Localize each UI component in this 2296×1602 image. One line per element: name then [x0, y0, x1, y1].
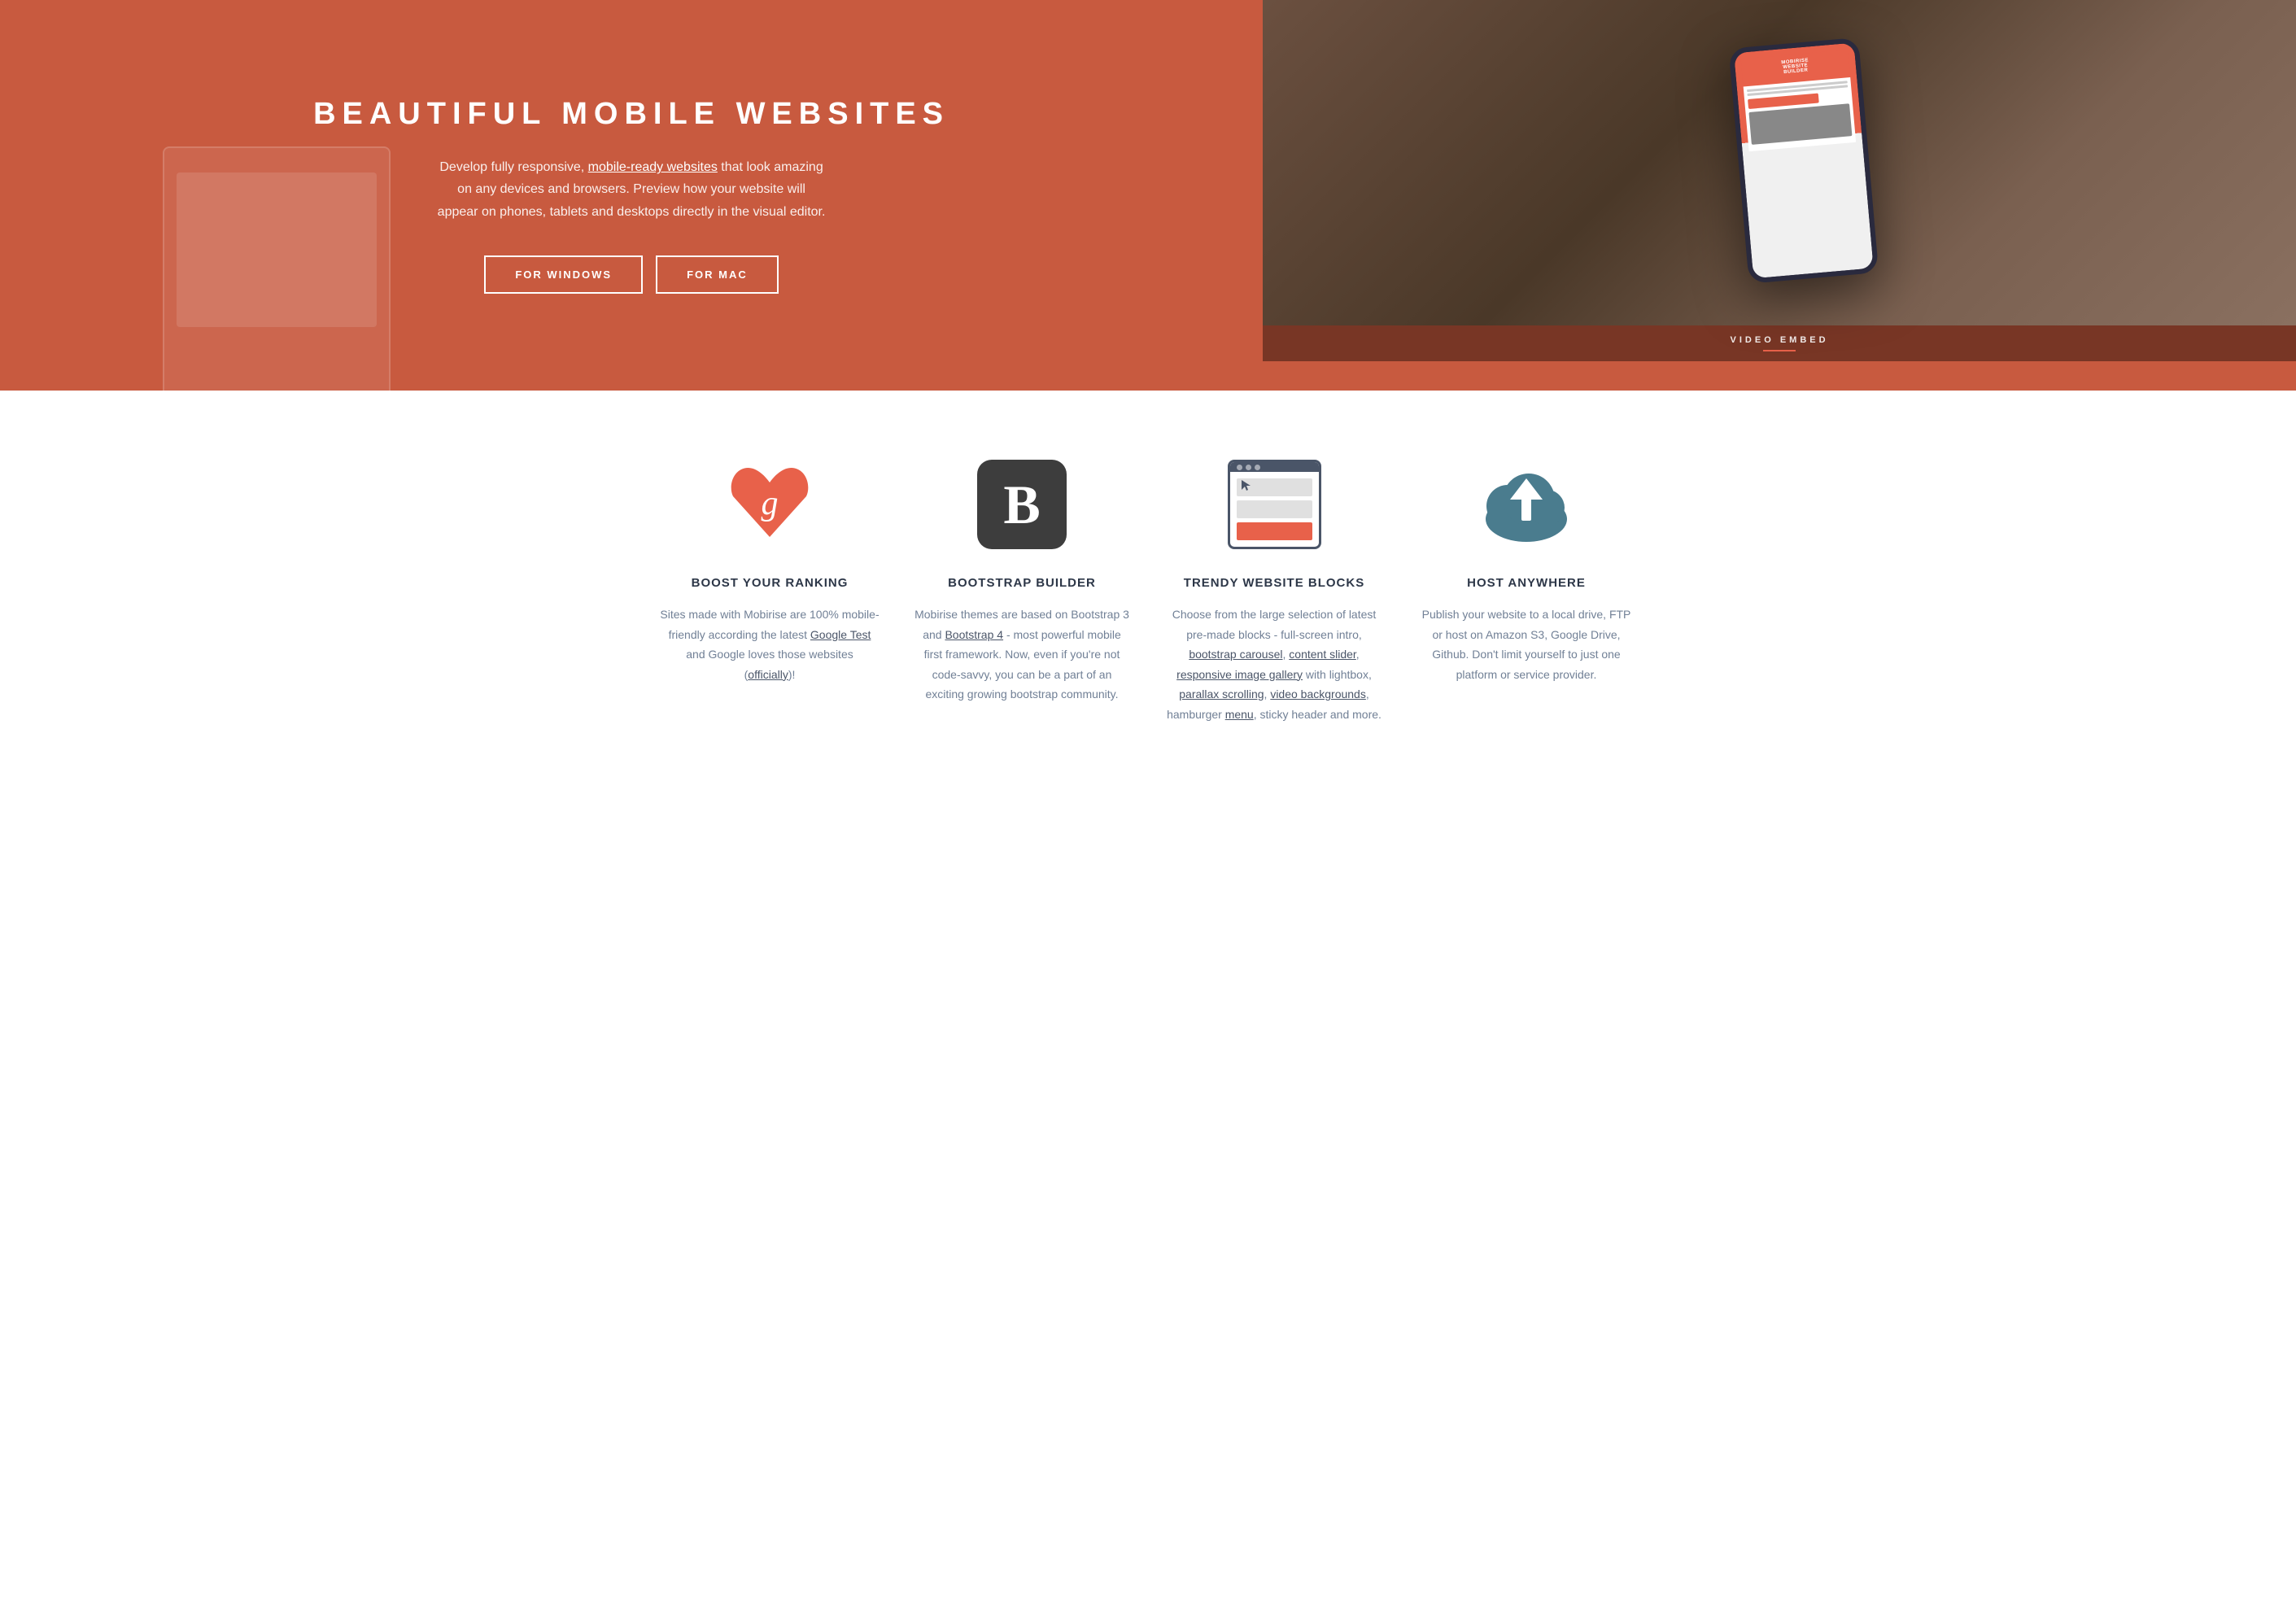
- bootstrap-icon: B: [973, 456, 1071, 553]
- browser-graphic: [1228, 460, 1321, 549]
- feature-item-boost: g BOOST YOUR RANKING Sites made with Mob…: [660, 456, 880, 724]
- phone-screen-img-area: [1748, 103, 1852, 145]
- browser-dot-2: [1246, 465, 1251, 470]
- cloud-svg: [1473, 464, 1579, 545]
- boost-desc-end: )!: [788, 668, 796, 681]
- svg-text:g: g: [762, 485, 779, 522]
- trendy-link-carousel[interactable]: bootstrap carousel: [1189, 648, 1282, 661]
- hero-section: BEAUTIFUL MOBILE WEBSITES Develop fully …: [0, 0, 2296, 391]
- feature-desc-boost: Sites made with Mobirise are 100% mobile…: [660, 605, 880, 684]
- phone-mockup-container: MOBIRISE WEBSITE BUILDER: [1263, 0, 2296, 325]
- windows-button[interactable]: FOR WINDOWS: [484, 255, 643, 294]
- feature-desc-trendy: Choose from the large selection of lates…: [1164, 605, 1384, 724]
- hero-video-bar: VIDEO EMBED: [1263, 325, 2296, 361]
- trendy-link-video-bg[interactable]: video backgrounds: [1270, 688, 1366, 701]
- hero-video-line: [1763, 350, 1796, 351]
- hero-video-label: VIDEO EMBED: [1731, 335, 1829, 345]
- hero-content: BEAUTIFUL MOBILE WEBSITES Develop fully …: [0, 0, 1263, 391]
- trendy-desc-mid3: with lightbox,: [1303, 668, 1372, 681]
- hero-desc-link[interactable]: mobile-ready websites: [588, 160, 718, 174]
- bootstrap-link-4[interactable]: Bootstrap 4: [945, 628, 1003, 641]
- feature-item-trendy: TRENDY WEBSITE BLOCKS Choose from the la…: [1164, 456, 1384, 724]
- feature-title-host: HOST ANYWHERE: [1467, 576, 1586, 590]
- boost-link-google-test[interactable]: Google Test: [810, 628, 871, 641]
- hero-desc-prefix: Develop fully responsive,: [439, 160, 587, 174]
- trendy-link-menu[interactable]: menu: [1225, 708, 1254, 721]
- phone-device: MOBIRISE WEBSITE BUILDER: [1729, 37, 1879, 284]
- feature-item-host: HOST ANYWHERE Publish your website to a …: [1416, 456, 1636, 724]
- cloud-graphic: [1473, 460, 1579, 549]
- trendy-desc-prefix: Choose from the large selection of lates…: [1172, 608, 1377, 641]
- feature-title-bootstrap: BOOTSTRAP BUILDER: [948, 576, 1096, 590]
- bootstrap-letter: B: [1003, 477, 1040, 532]
- browser-blocks-icon: [1225, 456, 1323, 553]
- feature-desc-host: Publish your website to a local drive, F…: [1416, 605, 1636, 684]
- google-heart-graphic: g: [725, 460, 814, 549]
- phone-screen-body: [1744, 77, 1856, 151]
- features-section: g BOOST YOUR RANKING Sites made with Mob…: [0, 391, 2296, 773]
- trendy-desc-end: , sticky header and more.: [1254, 708, 1382, 721]
- hero-image-side: MOBIRISE WEBSITE BUILDER VIDEO EMBED: [1263, 0, 2296, 391]
- feature-desc-bootstrap: Mobirise themes are based on Bootstrap 3…: [912, 605, 1132, 705]
- browser-dot-1: [1237, 465, 1242, 470]
- browser-body: [1230, 472, 1319, 547]
- feature-item-bootstrap: B BOOTSTRAP BUILDER Mobirise themes are …: [912, 456, 1132, 724]
- mac-button[interactable]: FOR MAC: [656, 255, 779, 294]
- browser-dot-3: [1255, 465, 1260, 470]
- feature-title-boost: BOOST YOUR RANKING: [692, 576, 849, 590]
- hero-title: BEAUTIFUL MOBILE WEBSITES: [313, 97, 949, 132]
- cloud-upload-icon: [1478, 456, 1575, 553]
- trendy-link-slider[interactable]: content slider: [1289, 648, 1356, 661]
- heart-svg: g: [725, 460, 814, 545]
- feature-title-trendy: TRENDY WEBSITE BLOCKS: [1184, 576, 1364, 590]
- browser-cursor-icon: [1240, 478, 1251, 495]
- phone-screen: MOBIRISE WEBSITE BUILDER: [1734, 42, 1874, 278]
- features-grid: g BOOST YOUR RANKING Sites made with Mob…: [660, 456, 1636, 724]
- hero-description: Develop fully responsive, mobile-ready w…: [436, 156, 827, 223]
- trendy-desc-mid2: ,: [1356, 648, 1360, 661]
- browser-top-bar: [1230, 462, 1319, 472]
- google-heart-icon: g: [721, 456, 818, 553]
- browser-block-orange: [1237, 522, 1312, 540]
- trendy-link-gallery[interactable]: responsive image gallery: [1176, 668, 1303, 681]
- browser-block-2: [1237, 500, 1312, 518]
- trendy-link-parallax[interactable]: parallax scrolling: [1179, 688, 1264, 701]
- hero-buttons: FOR WINDOWS FOR MAC: [484, 255, 778, 294]
- bootstrap-graphic: B: [977, 460, 1067, 549]
- boost-link-officially[interactable]: officially: [748, 668, 788, 681]
